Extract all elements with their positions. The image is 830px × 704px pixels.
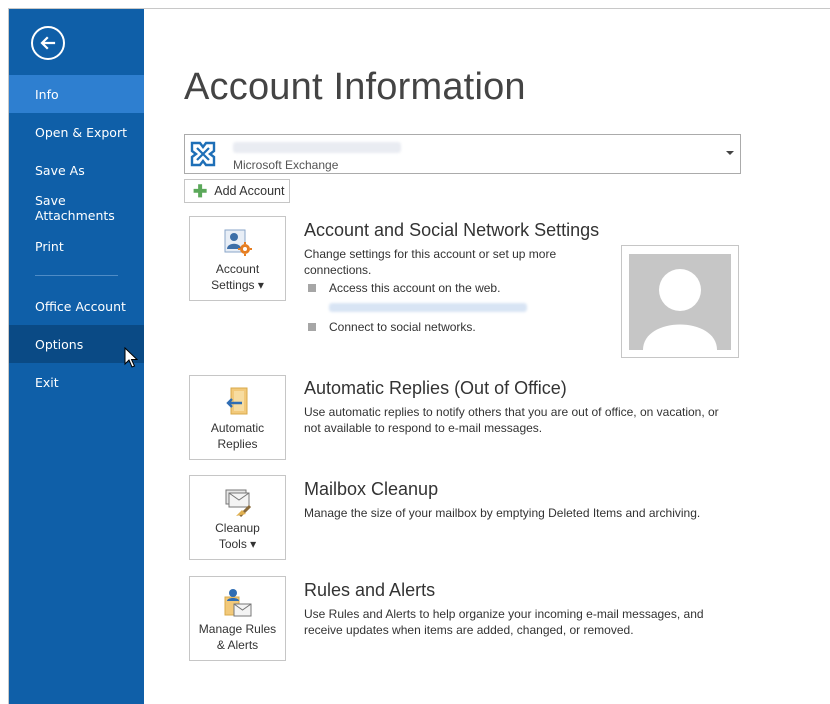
exchange-icon (189, 140, 217, 168)
add-account-button[interactable]: ✚ Add Account (184, 179, 290, 203)
tile-label-line-2: Tools ▾ (218, 537, 257, 551)
automatic-replies-button[interactable]: Automatic Replies (189, 375, 286, 460)
mouse-cursor-icon (124, 347, 138, 368)
backstage-sidebar: Info Open & Export Save As Save Attachme… (9, 9, 144, 704)
sidebar-item-label: Save As (35, 162, 85, 178)
cleanup-tools-button[interactable]: Cleanup Tools ▾ (189, 475, 286, 560)
account-settings-label: Account Settings ▾ (190, 261, 285, 293)
rules-alerts-icon (224, 589, 252, 617)
sidebar-separator (35, 275, 118, 276)
profile-photo-placeholder-icon (629, 254, 731, 350)
sidebar-item-label: Options (35, 336, 84, 352)
tile-label-line-2: & Alerts (216, 638, 259, 652)
bullet-marker (308, 323, 316, 331)
sidebar-item-office-account[interactable]: Office Account (9, 287, 144, 325)
account-email-redacted (233, 142, 401, 153)
sidebar-item-open-export[interactable]: Open & Export (9, 113, 144, 151)
section-title-rules-alerts: Rules and Alerts (304, 580, 436, 600)
section-title-account-settings: Account and Social Network Settings (304, 220, 600, 240)
sidebar-item-label: Office Account (35, 298, 126, 314)
account-settings-icon (224, 229, 252, 256)
chevron-down-icon[interactable] (726, 151, 734, 155)
back-arrow-icon (40, 36, 56, 50)
person-silhouette-icon (643, 269, 717, 350)
tile-label-line-1: Account (215, 262, 260, 276)
tile-label-line-1: Manage Rules (198, 622, 277, 636)
automatic-replies-icon (226, 387, 248, 415)
bullet-access-web: Access this account on the web. (329, 281, 501, 295)
account-selector-dropdown[interactable]: Microsoft Exchange (184, 134, 741, 174)
manage-rules-alerts-label: Manage Rules & Alerts (190, 621, 285, 653)
sidebar-item-info[interactable]: Info (9, 75, 144, 113)
sidebar-item-save-attachments[interactable]: Save Attachments (9, 189, 144, 227)
page-title: Account Information (184, 66, 526, 108)
web-access-link-redacted[interactable] (329, 303, 527, 312)
sidebar-item-label: Info (35, 86, 59, 102)
bullet-marker (308, 284, 316, 292)
sidebar-item-label: Print (35, 238, 64, 254)
manage-rules-alerts-button[interactable]: Manage Rules & Alerts (189, 576, 286, 661)
plus-icon: ✚ (193, 181, 208, 201)
cleanup-tools-label: Cleanup Tools ▾ (190, 520, 285, 552)
section-desc-automatic-replies: Use automatic replies to notify others t… (304, 405, 719, 435)
profile-photo[interactable] (621, 245, 739, 358)
account-type-label: Microsoft Exchange (233, 158, 339, 172)
section-desc-account-settings: Change settings for this account or set … (304, 247, 557, 277)
tile-label-line-1: Cleanup (215, 521, 260, 535)
back-button[interactable] (31, 26, 65, 60)
section-title-automatic-replies: Automatic Replies (Out of Office) (304, 378, 567, 398)
sidebar-item-save-as[interactable]: Save As (9, 151, 144, 189)
section-title-mailbox-cleanup: Mailbox Cleanup (304, 479, 439, 499)
section-desc-mailbox-cleanup: Manage the size of your mailbox by empty… (304, 506, 701, 520)
tile-label-line-1: Automatic (210, 421, 265, 435)
outlook-backstage-window: Info Open & Export Save As Save Attachme… (0, 0, 830, 704)
cleanup-tools-icon (225, 489, 252, 518)
sidebar-item-label: Save Attachments (35, 193, 115, 223)
account-settings-button[interactable]: Account Settings ▾ (189, 216, 286, 301)
tile-label-line-2: Settings ▾ (211, 278, 264, 292)
automatic-replies-label: Automatic Replies (190, 420, 285, 452)
section-desc-rules-alerts: Use Rules and Alerts to help organize yo… (304, 607, 704, 637)
bullet-connect-social: Connect to social networks. (329, 320, 476, 334)
sidebar-item-print[interactable]: Print (9, 227, 144, 265)
add-account-label: Add Account (214, 184, 285, 198)
sidebar-item-label: Exit (35, 374, 59, 390)
tile-label-line-2: Replies (217, 437, 258, 451)
sidebar-item-label: Open & Export (35, 124, 127, 140)
